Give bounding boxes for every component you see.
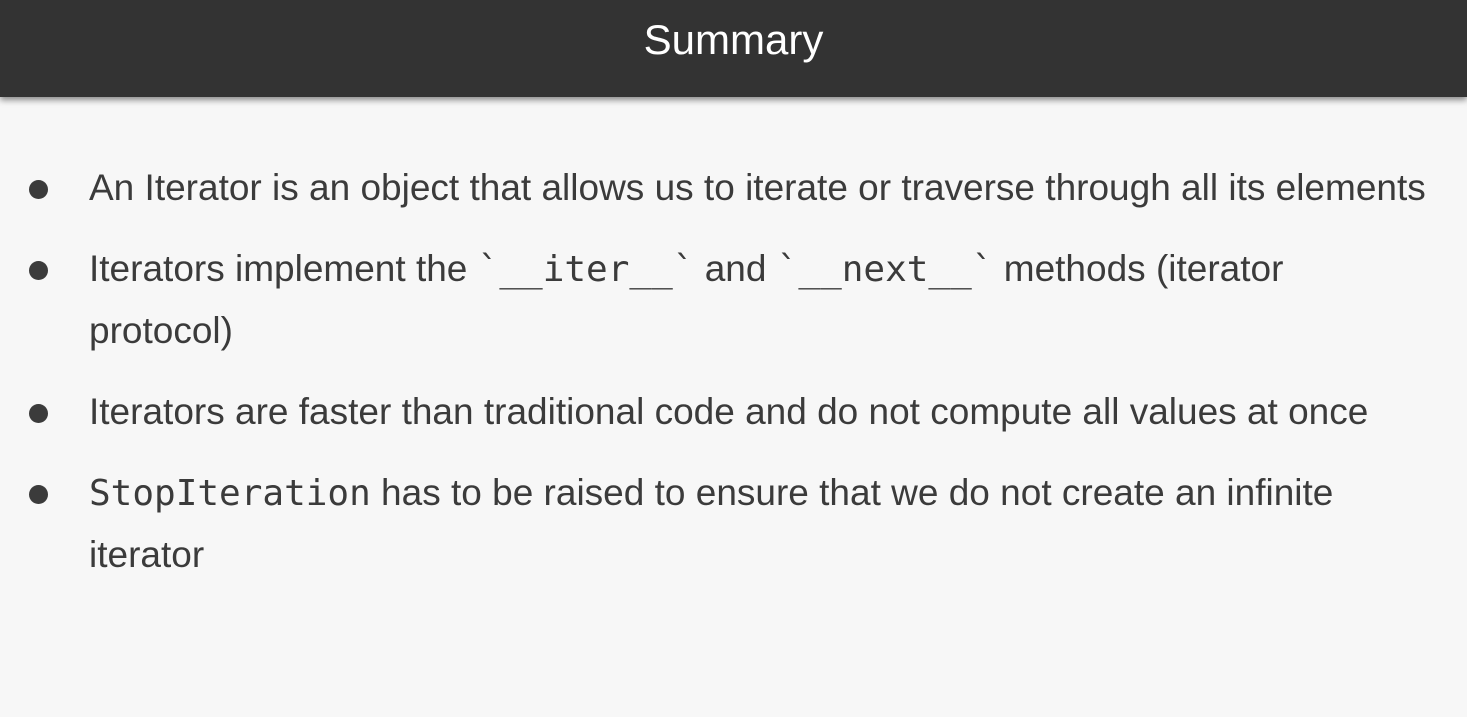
bullet-item-iterator-protocol: Iterators implement the `__iter__` and `…	[0, 238, 1467, 361]
bullet-dot-icon	[29, 404, 48, 423]
bullet-text: Iterators are faster than traditional co…	[89, 391, 1369, 432]
bullet-item-stop-iteration: StopIteration has to be raised to ensure…	[0, 462, 1467, 585]
bullet-dot-icon	[29, 485, 48, 504]
code-stop-iteration: StopIteration	[89, 473, 371, 514]
code-next-method: `__next__`	[776, 249, 994, 290]
bullet-text: An Iterator is an object that allows us …	[89, 167, 1426, 208]
bullet-text-prefix: Iterators implement the	[89, 248, 478, 289]
bullet-dot-icon	[29, 180, 48, 199]
bullet-item-iterator-definition: An Iterator is an object that allows us …	[0, 157, 1467, 218]
bullet-list: An Iterator is an object that allows us …	[0, 157, 1467, 605]
bullet-dot-icon	[29, 261, 48, 280]
bullet-text-middle: and	[694, 248, 777, 289]
title-bar: Summary	[0, 0, 1467, 97]
slide: Summary An Iterator is an object that al…	[0, 0, 1467, 717]
slide-title: Summary	[643, 16, 824, 63]
code-iter-method: `__iter__`	[477, 249, 695, 290]
bullet-item-iterator-performance: Iterators are faster than traditional co…	[0, 381, 1467, 442]
